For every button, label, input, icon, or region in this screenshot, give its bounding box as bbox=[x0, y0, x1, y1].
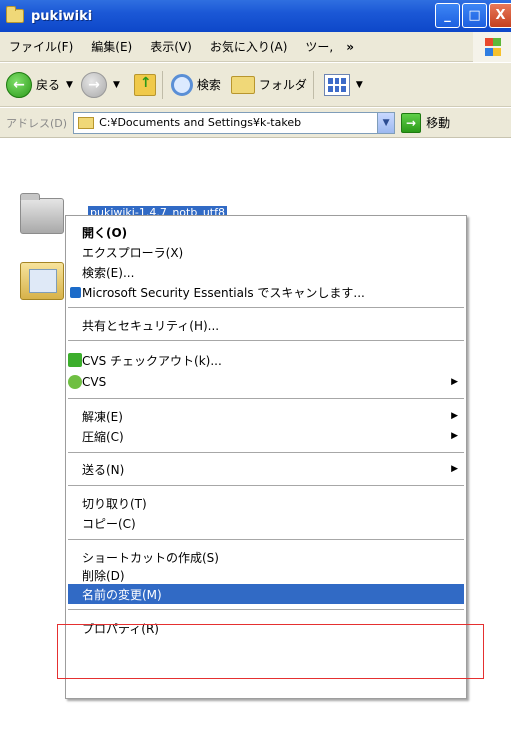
menu-favorites[interactable]: お気に入り(A) bbox=[201, 38, 297, 55]
folder-with-picture-icon[interactable] bbox=[20, 262, 64, 300]
menu-item-label: コピー(C) bbox=[82, 516, 136, 531]
menu-edit[interactable]: 編集(E) bbox=[82, 38, 141, 55]
menu-separator bbox=[68, 307, 464, 308]
menu-separator bbox=[68, 609, 464, 610]
views-icon[interactable] bbox=[323, 73, 350, 96]
menu-separator bbox=[68, 485, 464, 486]
window-title: pukiwiki bbox=[31, 8, 93, 24]
cvs-icon bbox=[68, 375, 82, 389]
menu-item-label: 解凍(E) bbox=[82, 409, 123, 424]
folder-icon[interactable] bbox=[20, 193, 64, 234]
menu-item-explorer[interactable]: エクスプローラ(X) bbox=[68, 242, 464, 262]
menu-item-create-shortcut[interactable]: ショートカットの作成(S) bbox=[68, 547, 464, 567]
security-essentials-icon bbox=[70, 286, 81, 298]
menu-item-label: CVS チェックアウト(k)... bbox=[82, 353, 222, 368]
menu-item-label: 名前の変更(M) bbox=[82, 587, 162, 602]
menu-item-cvs[interactable]: CVS ▶ bbox=[68, 372, 464, 392]
title-bar[interactable]: pukiwiki _ □ X bbox=[0, 0, 511, 32]
menu-item-sharing[interactable]: 共有とセキュリティ(H)... bbox=[68, 315, 464, 335]
menu-item-search[interactable]: 検索(E)... bbox=[68, 262, 464, 282]
submenu-arrow-icon: ▶ bbox=[451, 377, 458, 387]
toolbar-separator bbox=[161, 70, 163, 99]
menu-item-extract[interactable]: 解凍(E) ▶ bbox=[68, 406, 464, 426]
menu-separator bbox=[68, 452, 464, 453]
menu-item-label: 開く(O) bbox=[82, 225, 128, 240]
cvs-checkout-icon bbox=[68, 353, 82, 367]
menu-item-rename[interactable]: 名前の変更(M) bbox=[68, 584, 464, 604]
menu-item-label: 送る(N) bbox=[82, 462, 125, 477]
windows-logo-icon bbox=[473, 32, 511, 62]
views-dropdown-icon[interactable]: ▼ bbox=[356, 80, 363, 90]
menu-item-label: 検索(E)... bbox=[82, 265, 135, 280]
menu-tools[interactable]: ツー, bbox=[296, 38, 342, 55]
folders-icon[interactable] bbox=[230, 75, 255, 94]
menu-separator bbox=[68, 340, 464, 341]
menu-item-label: 圧縮(C) bbox=[82, 429, 124, 444]
menu-item-mse-scan[interactable]: Microsoft Security Essentials でスキャンします..… bbox=[68, 282, 464, 302]
menu-item-label: エクスプローラ(X) bbox=[82, 245, 184, 260]
up-folder-icon[interactable] bbox=[133, 73, 156, 96]
maximize-button[interactable]: □ bbox=[462, 3, 487, 28]
close-button[interactable]: X bbox=[489, 3, 511, 28]
submenu-arrow-icon: ▶ bbox=[451, 431, 458, 441]
address-bar: アドレス(D) C:¥Documents and Settings¥k-take… bbox=[0, 108, 511, 138]
menu-item-cvs-checkout[interactable]: CVS チェックアウト(k)... bbox=[68, 350, 464, 370]
menu-item-label: 削除(D) bbox=[82, 568, 125, 583]
address-dropdown-icon[interactable]: ▼ bbox=[377, 112, 395, 133]
go-button-label[interactable]: 移動 bbox=[426, 114, 450, 131]
menu-item-cut[interactable]: 切り取り(T) bbox=[68, 493, 464, 513]
toolbar: ← 戻る ▼ → ▼ 検索 フォルダ ▼ bbox=[0, 63, 511, 107]
menu-item-label: 切り取り(T) bbox=[82, 496, 147, 511]
back-dropdown-icon[interactable]: ▼ bbox=[66, 80, 73, 90]
search-button-label[interactable]: 検索 bbox=[197, 76, 221, 93]
menu-item-label: ショートカットの作成(S) bbox=[82, 550, 219, 565]
menu-item-send-to[interactable]: 送る(N) ▶ bbox=[68, 459, 464, 479]
back-arrow-icon[interactable]: ← bbox=[6, 71, 32, 98]
menu-bar: ファイル(F) 編集(E) 表示(V) お気に入り(A) ツー, » bbox=[0, 32, 511, 62]
menu-item-copy[interactable]: コピー(C) bbox=[68, 513, 464, 533]
submenu-arrow-icon: ▶ bbox=[451, 464, 458, 474]
folders-button-label[interactable]: フォルダ bbox=[259, 76, 307, 93]
menu-item-label: Microsoft Security Essentials でスキャンします..… bbox=[82, 285, 365, 300]
folder-icon bbox=[78, 116, 95, 129]
window-controls: _ □ X bbox=[435, 3, 511, 28]
search-icon[interactable] bbox=[170, 73, 193, 96]
submenu-arrow-icon: ▶ bbox=[451, 411, 458, 421]
menu-separator bbox=[68, 398, 464, 399]
menu-item-compress[interactable]: 圧縮(C) ▶ bbox=[68, 426, 464, 446]
annotation-highlight-box bbox=[57, 624, 484, 679]
address-label: アドレス(D) bbox=[6, 116, 68, 130]
menu-item-delete[interactable]: 削除(D) bbox=[68, 565, 464, 585]
menu-item-label: CVS bbox=[82, 375, 107, 389]
minimize-button[interactable]: _ bbox=[435, 3, 460, 28]
go-arrow-icon[interactable]: → bbox=[401, 112, 422, 133]
forward-dropdown-icon[interactable]: ▼ bbox=[113, 80, 120, 90]
menu-view[interactable]: 表示(V) bbox=[141, 38, 201, 55]
menu-file[interactable]: ファイル(F) bbox=[0, 38, 82, 55]
menu-overflow-chevron[interactable]: » bbox=[342, 40, 358, 54]
toolbar-separator bbox=[312, 70, 314, 99]
address-field[interactable]: C:¥Documents and Settings¥k-takeb ▼ bbox=[73, 111, 396, 134]
menu-item-label: 共有とセキュリティ(H)... bbox=[82, 318, 220, 333]
folder-icon bbox=[6, 6, 24, 23]
menu-separator bbox=[68, 539, 464, 540]
forward-arrow-icon[interactable]: → bbox=[80, 71, 107, 98]
address-path[interactable]: C:¥Documents and Settings¥k-takeb bbox=[99, 116, 377, 129]
back-button-label[interactable]: 戻る bbox=[36, 76, 60, 93]
menu-item-open[interactable]: 開く(O) bbox=[68, 222, 464, 242]
